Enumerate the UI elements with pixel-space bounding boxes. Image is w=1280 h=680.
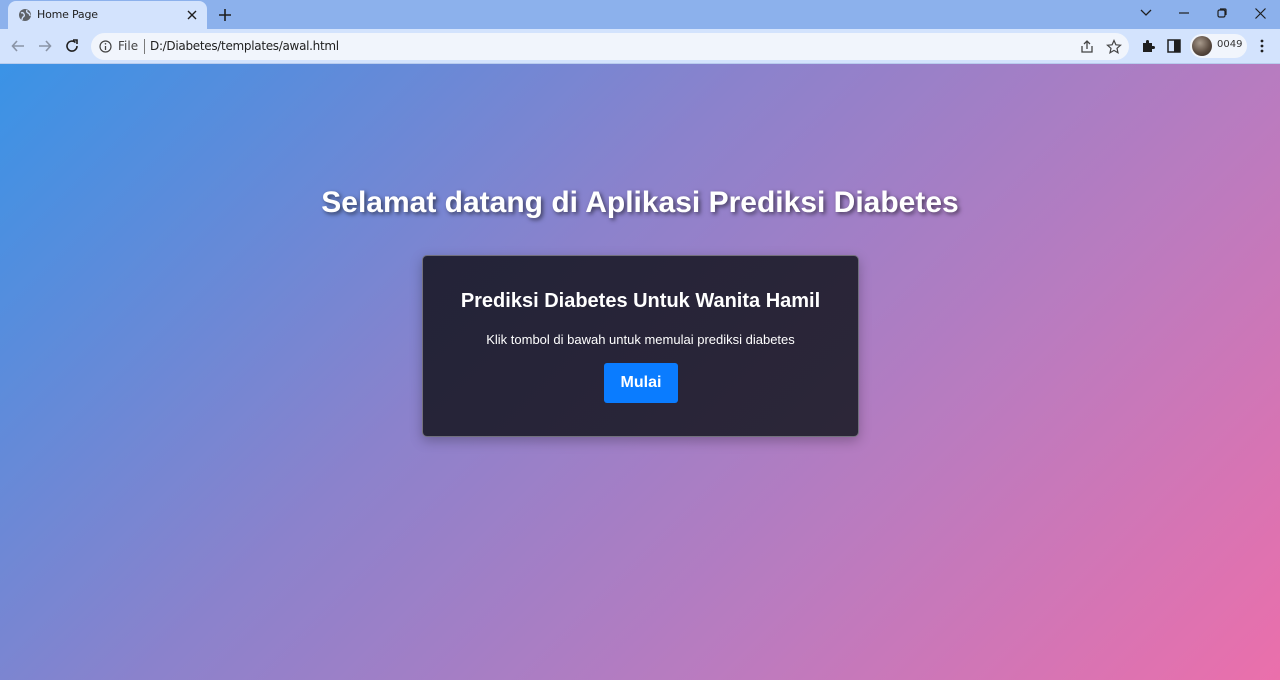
security-label: File [118, 39, 139, 53]
browser-titlebar: Home Page [0, 0, 1280, 29]
plus-icon [219, 9, 231, 21]
browser-toolbar: File D:/Diabetes/templates/awal.html 004… [0, 29, 1280, 64]
new-tab-button[interactable] [215, 5, 235, 25]
globe-icon [19, 9, 31, 21]
prediction-card: Prediksi Diabetes Untuk Wanita Hamil Kli… [422, 255, 859, 437]
close-icon [187, 10, 197, 20]
info-icon[interactable] [99, 40, 112, 53]
page-viewport: Selamat datang di Aplikasi Prediksi Diab… [0, 64, 1280, 680]
tab-close-button[interactable] [185, 8, 199, 22]
reload-icon [66, 39, 78, 52]
restore-button[interactable] [1210, 3, 1234, 23]
browser-tab[interactable]: Home Page [8, 1, 207, 29]
tab-title: Home Page [37, 8, 98, 21]
extensions-icon[interactable] [1140, 38, 1156, 54]
star-icon[interactable] [1106, 39, 1122, 55]
chevron-down-icon [1140, 9, 1152, 16]
back-button[interactable] [7, 35, 29, 57]
close-window-button[interactable] [1248, 3, 1272, 23]
more-menu-icon[interactable] [1254, 38, 1270, 54]
share-icon[interactable] [1079, 39, 1095, 55]
tab-search-button[interactable] [1134, 3, 1158, 23]
page-heading: Selamat datang di Aplikasi Prediksi Diab… [321, 186, 959, 219]
avatar [1192, 36, 1212, 56]
arrow-left-icon [11, 40, 24, 52]
arrow-right-icon [39, 40, 52, 52]
minimize-button[interactable] [1172, 3, 1196, 23]
card-description: Klik tombol di bawah untuk memulai predi… [486, 332, 795, 347]
minimize-icon [1179, 12, 1189, 14]
profile-button[interactable]: 0049 [1190, 34, 1247, 58]
address-divider [144, 39, 145, 54]
address-bar[interactable]: File D:/Diabetes/templates/awal.html [91, 33, 1129, 60]
restore-icon [1217, 8, 1227, 18]
url-text[interactable]: D:/Diabetes/templates/awal.html [150, 39, 339, 53]
side-panel-icon[interactable] [1166, 38, 1182, 54]
forward-button[interactable] [34, 35, 56, 57]
close-icon [1254, 7, 1266, 19]
card-title: Prediksi Diabetes Untuk Wanita Hamil [460, 290, 821, 312]
profile-label: 0049 [1217, 39, 1243, 50]
reload-button[interactable] [61, 35, 83, 57]
start-button[interactable]: Mulai [604, 363, 678, 403]
